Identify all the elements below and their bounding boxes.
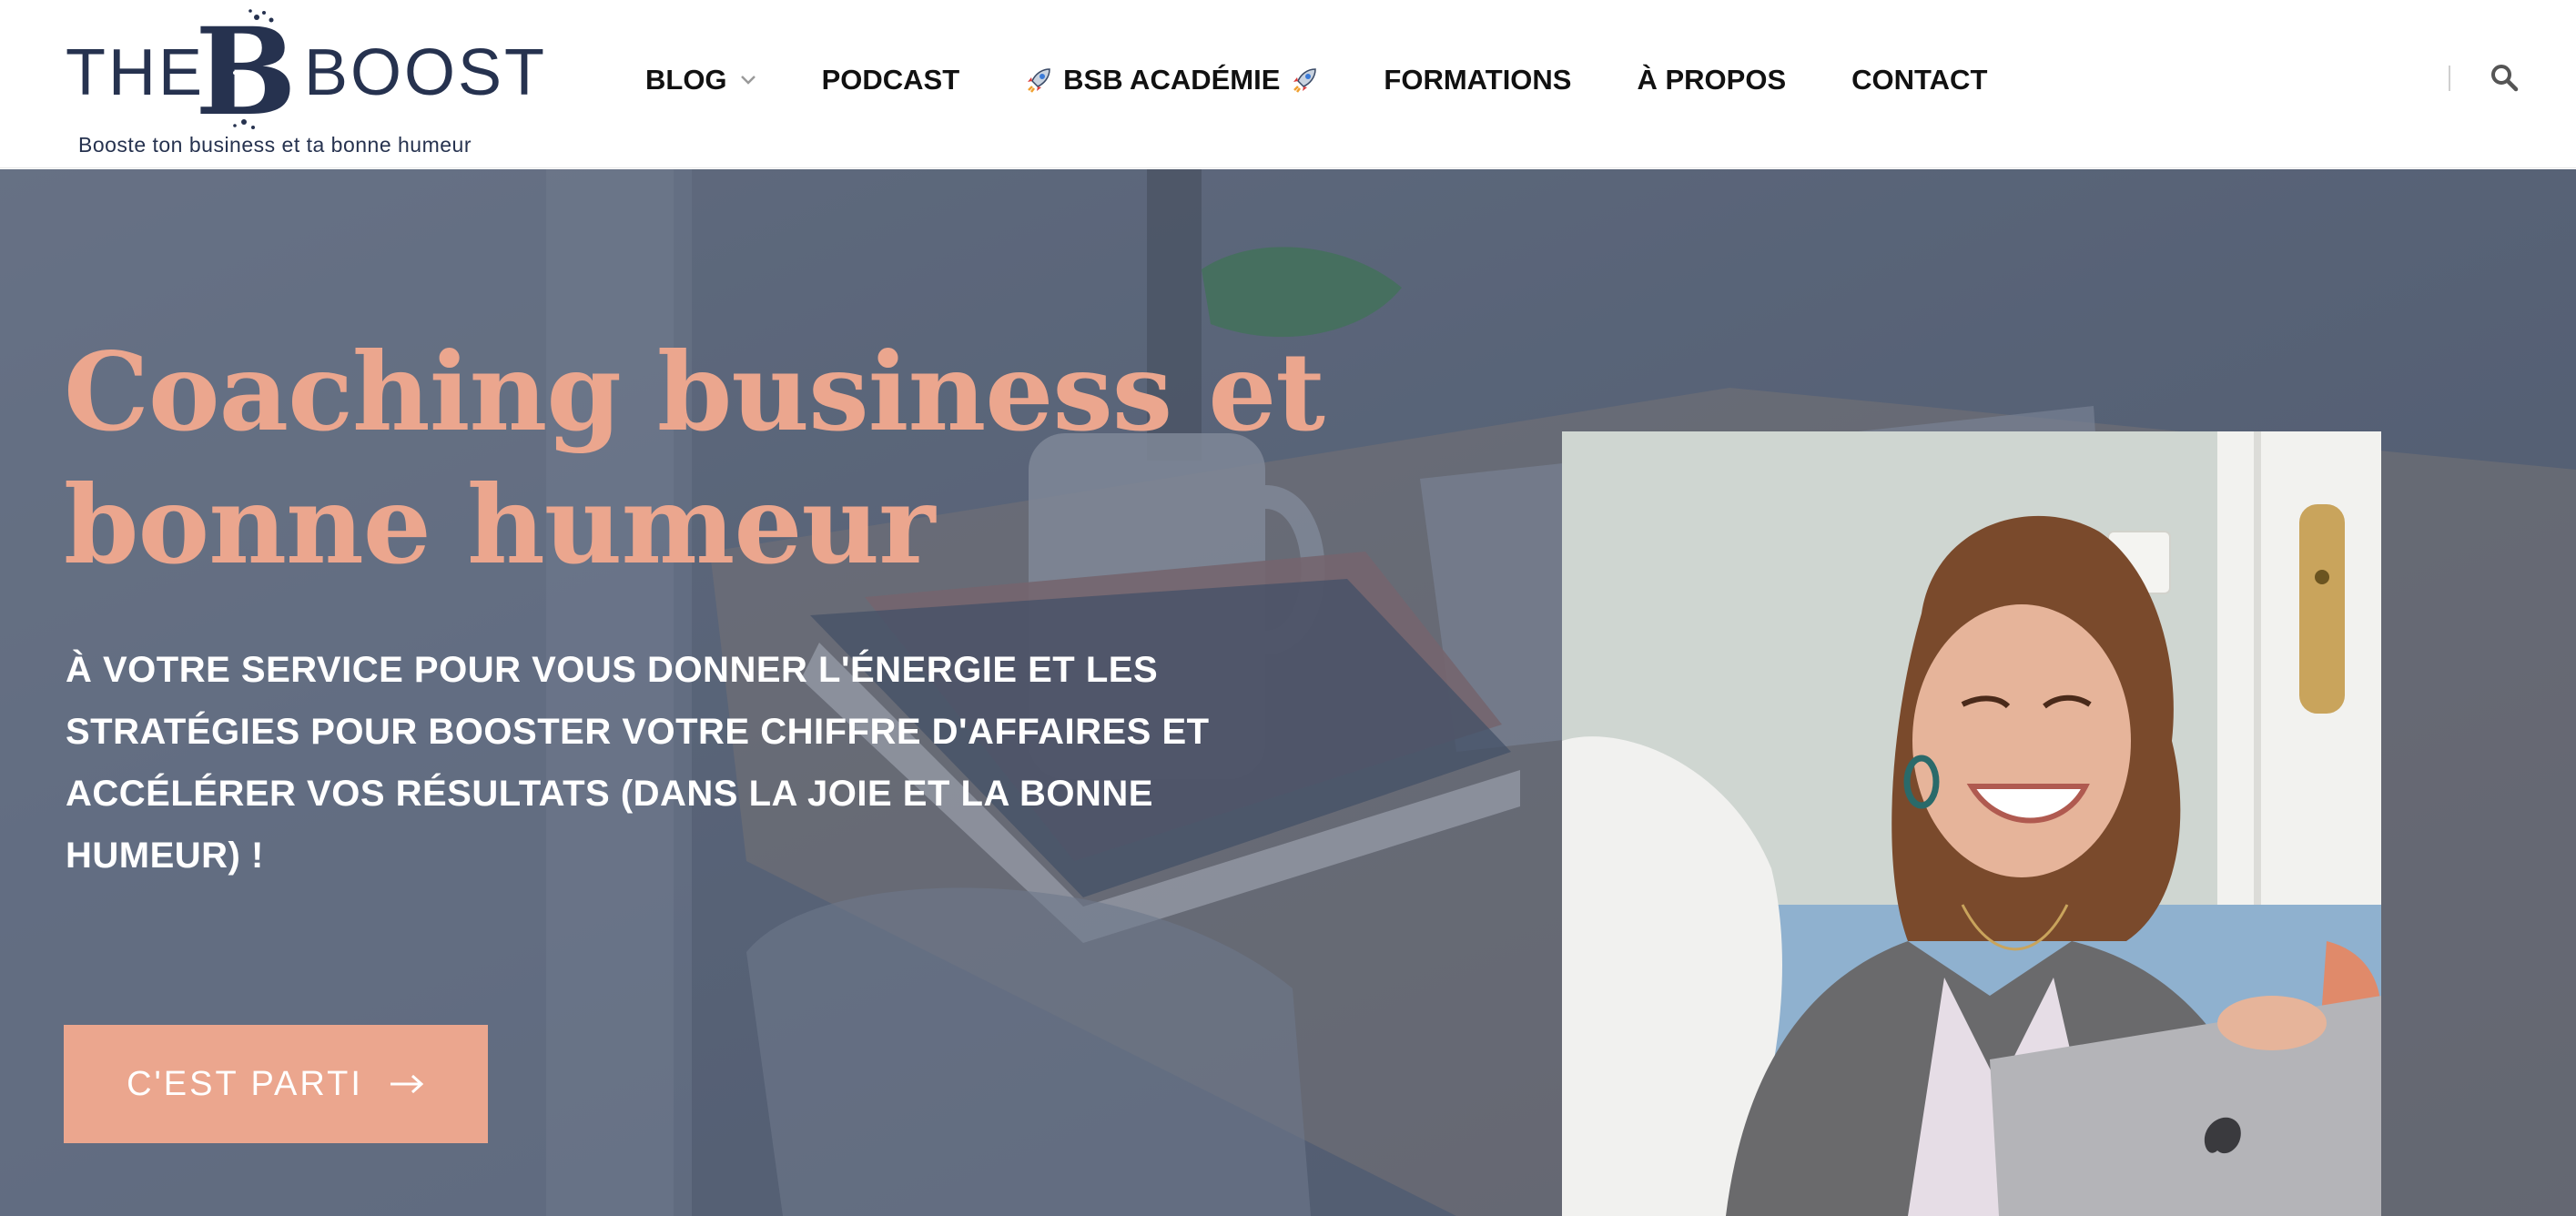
logo-b-monogram: B bbox=[200, 9, 291, 132]
nav-item-bsb-academie[interactable]: BSB ACADÉMIE bbox=[1025, 64, 1318, 96]
logo-word-boost: BOOST bbox=[304, 36, 548, 109]
cta-label: C'EST PARTI bbox=[127, 1064, 363, 1103]
search-icon[interactable] bbox=[2489, 62, 2520, 93]
nav-item-label: BSB ACADÉMIE bbox=[1063, 64, 1281, 96]
cest-parti-button[interactable]: C'EST PARTI bbox=[64, 1025, 488, 1143]
hero-section: Coaching business et bonne humeur À VOTR… bbox=[0, 169, 2576, 1216]
logo-tagline: Booste ton business et ta bonne humeur bbox=[78, 133, 472, 157]
coach-portrait-photo bbox=[1562, 431, 2381, 1216]
nav-item-blog[interactable]: BLOG bbox=[645, 64, 756, 96]
header-divider bbox=[2449, 66, 2450, 91]
nav-item-label: FORMATIONS bbox=[1384, 64, 1572, 96]
arrow-right-icon bbox=[390, 1074, 424, 1094]
site-logo[interactable]: THE B BOOST Booste ton business et ta bo… bbox=[66, 0, 544, 168]
nav-item-podcast[interactable]: PODCAST bbox=[822, 64, 960, 96]
nav-item-label: À PROPOS bbox=[1637, 64, 1787, 96]
rocket-icon bbox=[1028, 68, 1050, 93]
page: THE B BOOST Booste ton business et ta bo… bbox=[0, 0, 2576, 1216]
main-nav: BLOG PODCAST BSB ACADÉMIE FORMATIONS À P… bbox=[645, 58, 1987, 102]
nav-item-formations[interactable]: FORMATIONS bbox=[1384, 64, 1571, 96]
hero-title: Coaching business et bonne humeur bbox=[64, 329, 1325, 588]
chevron-down-icon bbox=[740, 76, 756, 85]
nav-item-a-propos[interactable]: À PROPOS bbox=[1637, 64, 1786, 96]
nav-item-label: BLOG bbox=[645, 64, 727, 96]
nav-item-contact[interactable]: CONTACT bbox=[1851, 64, 1987, 96]
site-header: THE B BOOST Booste ton business et ta bo… bbox=[0, 0, 2576, 168]
hero-subtitle: À VOTRE SERVICE POUR VOUS DONNER L'ÉNERG… bbox=[66, 650, 1210, 876]
logo-b-letter: B bbox=[200, 9, 291, 132]
logo-word-the: THE bbox=[66, 36, 205, 109]
rocket-icon bbox=[1293, 68, 1317, 93]
nav-item-label: PODCAST bbox=[821, 64, 960, 96]
nav-item-label: CONTACT bbox=[1851, 64, 1988, 96]
